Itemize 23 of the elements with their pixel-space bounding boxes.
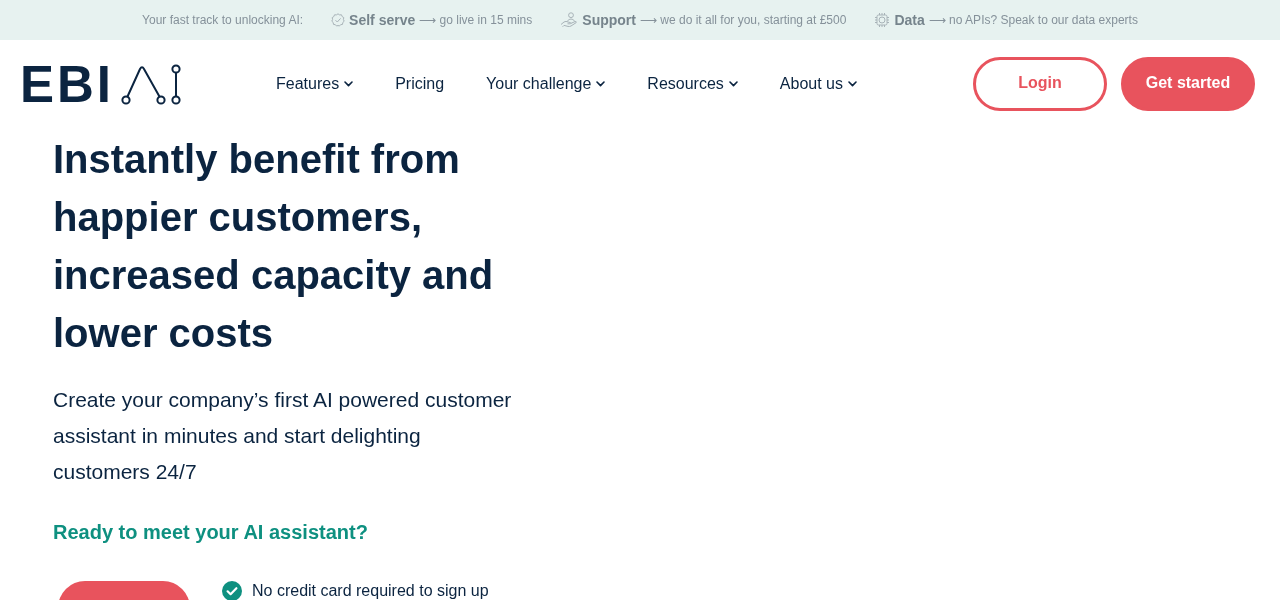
hand-with-person-icon bbox=[560, 12, 579, 28]
nav-link[interactable]: Pricing bbox=[395, 75, 445, 93]
chip-icon bbox=[874, 12, 891, 28]
promo-title: Self serve bbox=[349, 12, 416, 28]
outline-button[interactable]: Login bbox=[973, 57, 1107, 111]
nav-link[interactable]: Resources bbox=[647, 75, 738, 93]
promo-intro: Your fast track to unlocking AI: bbox=[142, 13, 304, 27]
promo-title: Data bbox=[894, 12, 925, 28]
hero-headline: Instantly benefit from happier customers, increased capacity and lower costs bbox=[53, 136, 495, 357]
nav-link[interactable]: About us bbox=[779, 75, 857, 93]
promo-description: ⟶ no APIs? Speak to our data experts bbox=[928, 13, 1138, 27]
promo-title: Support bbox=[582, 12, 636, 28]
promo-description: ⟶ go live in 15 mins bbox=[419, 13, 533, 27]
check-badge-icon bbox=[331, 13, 346, 27]
promo-description: ⟶ we do it all for you, starting at £500 bbox=[639, 13, 847, 27]
logo-text[interactable]: EBI bbox=[20, 58, 115, 110]
hero-subtitle: Create your company’s first AI powered customer assistant in minutes and start delighting customers 24/7 bbox=[53, 387, 513, 485]
nav-link[interactable]: Your challenge bbox=[486, 75, 606, 93]
logo-nodes-icon bbox=[120, 63, 183, 105]
cta-heading: Ready to meet your AI assistant? bbox=[53, 520, 368, 545]
benefit-text: No credit card required to sign up bbox=[252, 581, 489, 600]
nav-link[interactable]: Features bbox=[276, 75, 354, 93]
primary-button[interactable]: Get started bbox=[1121, 57, 1255, 111]
